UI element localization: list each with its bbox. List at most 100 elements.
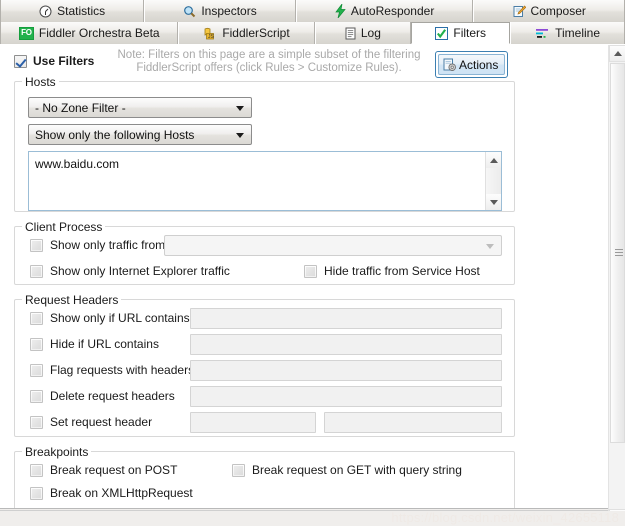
checkbox-box (30, 337, 43, 351)
use-filters-checkbox[interactable]: Use Filters (14, 54, 94, 68)
checkbox-box (30, 264, 43, 278)
checkbox-box (30, 363, 43, 377)
break-request-on-post-checkbox[interactable]: Break request on POST (30, 463, 177, 477)
actions-button[interactable]: Actions (438, 54, 506, 75)
breakpoints-legend: Breakpoints (22, 445, 92, 459)
tab-log[interactable]: Log (314, 22, 412, 44)
tab-label: Timeline (555, 26, 601, 40)
row-label: Hide if URL contains (50, 337, 159, 351)
actions-button-focus-ring: Actions (435, 51, 509, 78)
delete-request-headers-input[interactable] (190, 386, 502, 407)
row-label: Set request header (50, 415, 153, 429)
client-process-body: Show only traffic from Show only Interne… (14, 226, 515, 285)
tab-timeline[interactable]: Timeline (510, 22, 625, 44)
zone-filter-combo[interactable]: - No Zone Filter - (28, 97, 252, 118)
tab-filters[interactable]: Filters (411, 22, 511, 44)
tab-fiddler-orchestra-beta[interactable]: FO Fiddler Orchestra Beta (0, 22, 179, 44)
hide-if-url-contains-checkbox[interactable]: Hide if URL contains (30, 337, 159, 351)
request-headers-group: Request Headers Show only if URL contain… (14, 293, 515, 437)
flag-requests-with-headers-checkbox[interactable]: Flag requests with headers (30, 363, 194, 377)
show-only-ie-traffic-checkbox[interactable]: Show only Internet Explorer traffic (30, 264, 230, 278)
tab-label: Fiddler Orchestra Beta (38, 26, 160, 40)
zone-filter-value: - No Zone Filter - (35, 100, 126, 115)
client-process-legend: Client Process (22, 220, 106, 234)
hosts-group: Hosts - No Zone Filter - Show only the f… (14, 75, 515, 212)
checkbox-box (14, 54, 27, 68)
use-filters-label: Use Filters (33, 54, 95, 68)
checkbox-box (30, 463, 43, 477)
set-request-header-name-input[interactable] (190, 412, 316, 433)
breakpoints-group: Breakpoints Break request on POST Break … (14, 445, 515, 526)
hide-if-url-contains-input[interactable] (190, 334, 502, 355)
scroll-down-icon[interactable] (486, 194, 501, 210)
client-process-group: Client Process Show only traffic from Sh… (14, 220, 515, 285)
chevron-down-icon (236, 132, 244, 138)
row-label: Show only if URL contains (50, 311, 190, 325)
break-xhr-label: Break on XMLHttpRequest (50, 486, 193, 500)
watermark-text: https://blog.csdn.net/weixin_42655118 (391, 510, 619, 525)
tab-label: Statistics (57, 4, 106, 18)
tab-label: Filters (453, 26, 487, 40)
hide-service-host-label: Hide traffic from Service Host (324, 264, 480, 278)
show-only-ie-label: Show only Internet Explorer traffic (50, 264, 230, 278)
hosts-legend: Hosts (22, 75, 59, 89)
checkbox-box (30, 389, 43, 403)
scroll-up-icon[interactable] (609, 45, 625, 62)
host-list-textarea[interactable]: www.baidu.com (28, 151, 502, 211)
timeline-bars-icon (535, 27, 550, 39)
chevron-down-icon (236, 105, 244, 111)
show-only-traffic-from-checkbox[interactable]: Show only traffic from (30, 238, 165, 252)
clock-gauge-icon (39, 5, 52, 18)
show-only-traffic-from-label: Show only traffic from (50, 238, 166, 252)
note-line-1: Note: Filters on this page are a simple … (117, 49, 421, 61)
tab-label: Composer (530, 4, 586, 18)
tab-composer[interactable]: Composer (473, 0, 625, 22)
tab-bar-secondary: FO Fiddler Orchestra Beta JS FiddlerScri… (0, 22, 625, 44)
flag-requests-with-headers-input[interactable] (190, 360, 502, 381)
tab-fiddlerscript[interactable]: JS FiddlerScript (178, 22, 315, 44)
break-request-on-get-checkbox[interactable]: Break request on GET with query string (232, 463, 462, 477)
document-icon (345, 27, 356, 40)
scroll-up-icon[interactable] (486, 152, 501, 168)
lightning-bolt-icon (335, 4, 346, 18)
set-request-header-checkbox[interactable]: Set request header (30, 415, 152, 429)
tab-label: FiddlerScript (222, 26, 290, 40)
tab-label: Log (360, 26, 381, 40)
green-check-icon (435, 26, 449, 40)
magnifier-icon (183, 5, 196, 18)
host-filter-combo[interactable]: Show only the following Hosts (28, 124, 252, 145)
tab-autoresponder[interactable]: AutoResponder (295, 0, 474, 22)
tab-label: Inspectors (201, 4, 257, 18)
break-get-label: Break request on GET with query string (252, 463, 462, 477)
request-headers-body: Show only if URL contains Hide if URL co… (14, 299, 515, 437)
checkbox-box (30, 415, 43, 429)
host-list-value: www.baidu.com (35, 157, 120, 171)
process-combo[interactable] (164, 235, 502, 256)
note-line-2: FiddlerScript offers (click Rules > Cust… (136, 62, 402, 74)
filters-panel: Use Filters Note: Filters on this page a… (0, 45, 608, 526)
panel-vertical-scrollbar[interactable] (608, 45, 625, 526)
actions-button-label: Actions (459, 57, 499, 72)
scrollbar-thumb[interactable] (610, 63, 625, 443)
checkbox-box (304, 264, 317, 278)
checkbox-box (30, 311, 43, 325)
tab-statistics[interactable]: Statistics (0, 0, 145, 22)
show-only-if-url-contains-input[interactable] (190, 308, 502, 329)
set-request-header-value-input[interactable] (324, 412, 502, 433)
tab-label: AutoResponder (350, 4, 435, 18)
host-list-scrollbar[interactable] (485, 152, 501, 210)
delete-request-headers-checkbox[interactable]: Delete request headers (30, 389, 175, 403)
show-only-if-url-contains-checkbox[interactable]: Show only if URL contains (30, 311, 190, 325)
scrollbar-grip-icon (615, 249, 623, 257)
checkbox-box (30, 486, 43, 500)
fo-badge-icon: FO (18, 26, 34, 40)
hosts-body: - No Zone Filter - Show only the followi… (14, 81, 515, 212)
break-on-xmlhttprequest-checkbox[interactable]: Break on XMLHttpRequest (30, 486, 193, 500)
js-scroll-icon: JS (203, 27, 217, 40)
request-headers-legend: Request Headers (22, 293, 122, 307)
tab-inspectors[interactable]: Inspectors (144, 0, 296, 22)
hide-service-host-checkbox[interactable]: Hide traffic from Service Host (304, 264, 480, 278)
host-filter-value: Show only the following Hosts (35, 127, 195, 142)
pencil-note-icon (513, 4, 526, 18)
filters-note: Note: Filters on this page are a simple … (110, 49, 428, 75)
